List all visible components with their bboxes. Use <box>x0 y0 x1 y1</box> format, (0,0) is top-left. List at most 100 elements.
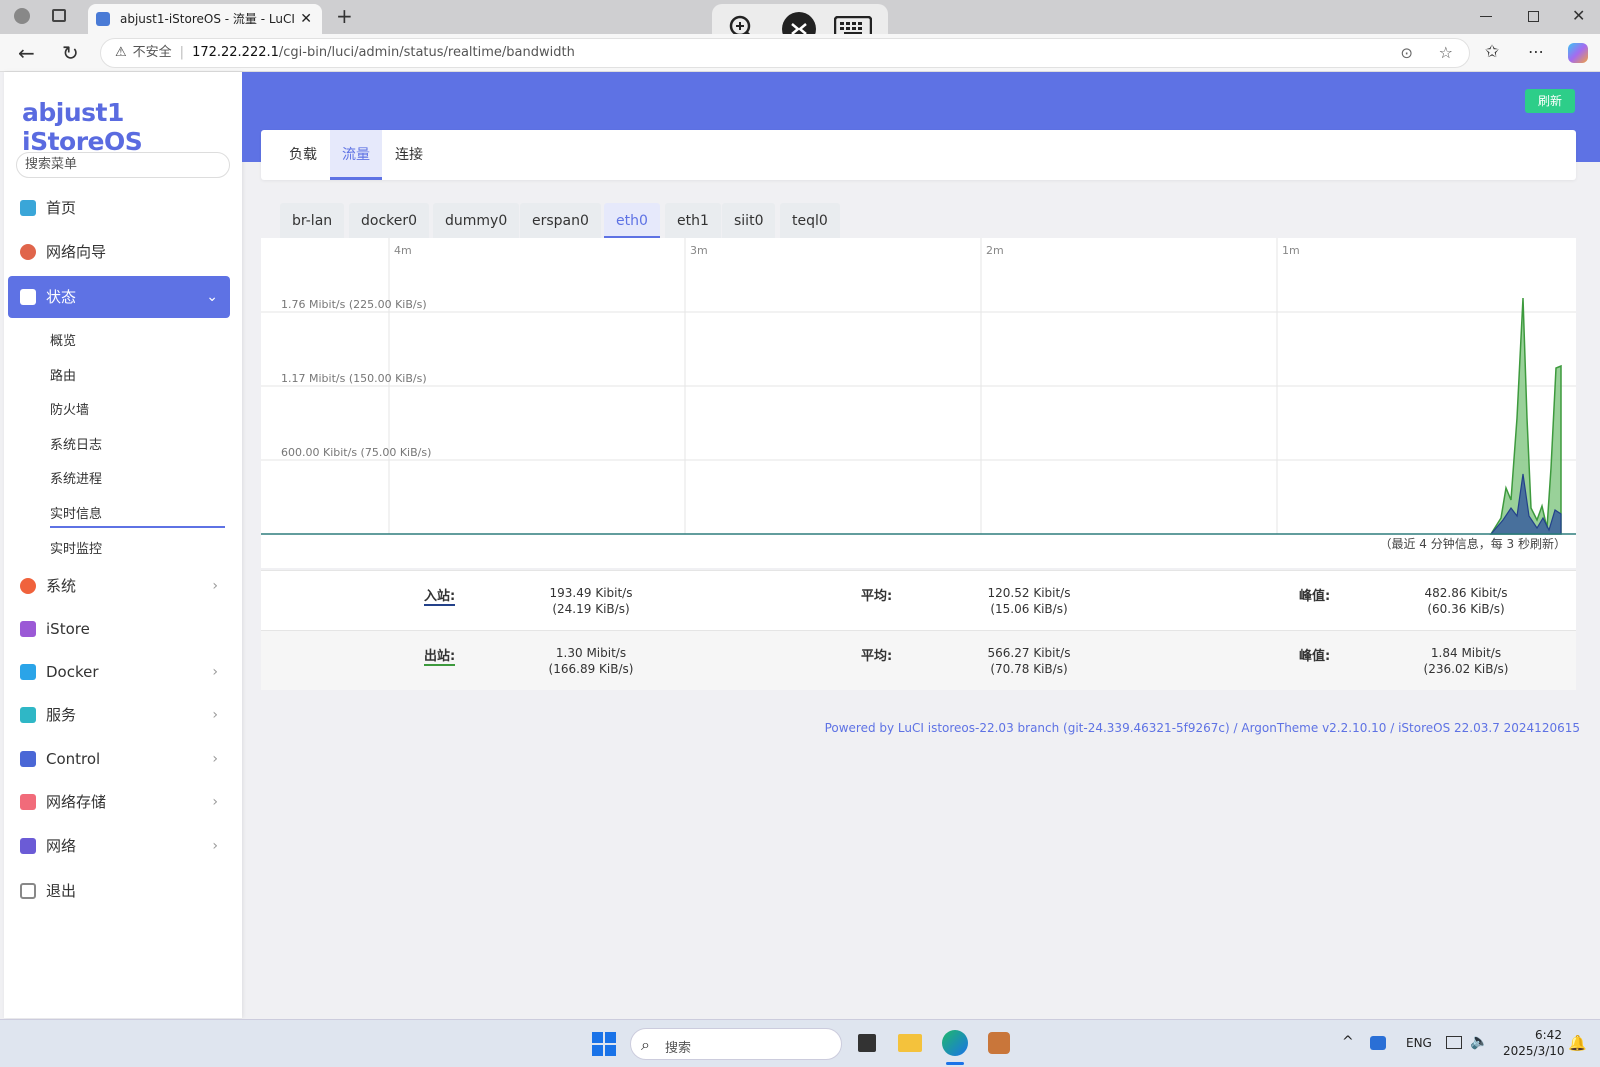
back-icon[interactable]: ← <box>18 43 35 63</box>
y-label-1: 1.76 Mibit/s (225.00 KiB/s) <box>281 298 427 311</box>
nav-status[interactable]: 状态 ⌄ <box>8 276 230 318</box>
luci-favicon-icon <box>96 12 110 26</box>
sub-realtime[interactable]: 实时信息 <box>50 503 102 522</box>
outbound-label: 出站: <box>424 645 456 666</box>
sub-route[interactable]: 路由 <box>50 365 76 384</box>
iface-tab-eth0[interactable]: eth0 <box>604 203 660 239</box>
tab-traffic[interactable]: 流量 <box>330 130 382 180</box>
windows-start-icon[interactable] <box>592 1032 616 1056</box>
clock-time[interactable]: 6:42 <box>1535 1028 1562 1042</box>
tab-actions-icon[interactable] <box>52 9 66 22</box>
service-icon <box>20 707 36 723</box>
minimize-icon[interactable] <box>1480 16 1492 17</box>
language-indicator[interactable]: ENG <box>1406 1036 1432 1050</box>
iface-tab-br-lan[interactable]: br-lan <box>280 203 345 239</box>
outbound-peak: 1.84 Mibit/s (236.02 KiB/s) <box>1386 645 1546 677</box>
istore-icon <box>20 621 36 637</box>
iface-tab-siit0[interactable]: siit0 <box>722 203 776 239</box>
browser-tab-title: abjust1-iStoreOS - 流量 - LuCI <box>120 12 295 26</box>
profile-icon[interactable] <box>14 8 30 24</box>
footer-powered-by[interactable]: Powered by LuCI istoreos-22.03 branch (g… <box>700 721 1580 735</box>
logo[interactable]: abjust1 iStoreOS <box>22 98 242 156</box>
time-label-3m: 3m <box>690 244 708 257</box>
taskbar-search-input[interactable]: ⌕ 搜索 <box>630 1028 842 1060</box>
refresh-button[interactable]: 刷新 <box>1525 89 1575 113</box>
url-input[interactable]: ⚠ 不安全 | 172.22.222.1/cgi-bin/luci/admin/sta… <box>100 38 1470 68</box>
sub-syslog[interactable]: 系统日志 <box>50 434 102 453</box>
url-path: /cgi-bin/luci/admin/status/realtime/band… <box>278 45 575 60</box>
nav-network[interactable]: 网络 › <box>8 825 230 867</box>
reload-icon[interactable]: ↻ <box>62 43 79 63</box>
nav-logout[interactable]: 退出 <box>8 870 230 912</box>
task-view-icon[interactable] <box>858 1034 876 1052</box>
close-tab-icon[interactable]: ✕ <box>300 4 312 34</box>
tray-chevron-icon[interactable]: ^ <box>1342 1034 1354 1050</box>
sub-firewall[interactable]: 防火墙 <box>50 399 89 418</box>
nav-home[interactable]: 首页 <box>8 187 230 229</box>
read-aloud-icon[interactable]: ⊙ <box>1400 39 1413 67</box>
iface-tab-eth1[interactable]: eth1 <box>665 203 721 239</box>
sub-monitor[interactable]: 实时监控 <box>50 538 102 557</box>
time-label-4m: 4m <box>394 244 412 257</box>
network-tray-icon[interactable] <box>1446 1036 1462 1049</box>
outbound-avg: 566.27 Kibit/s (70.78 KiB/s) <box>949 645 1109 677</box>
nav-system-label: 系统 <box>46 577 77 595</box>
storage-icon <box>20 794 36 810</box>
taskbar-search-label: 搜索 <box>665 1041 692 1056</box>
nav-istore[interactable]: iStore <box>8 608 230 650</box>
bandwidth-graph-svg: 4m 3m 2m 1m 1.76 Mibit/s (225.00 KiB/s) … <box>261 238 1576 551</box>
browser-tab[interactable]: abjust1-iStoreOS - 流量 - LuCI ✕ <box>88 4 322 34</box>
new-tab-button[interactable]: + <box>336 6 353 26</box>
nav-wizard[interactable]: 网络向导 <box>8 231 230 273</box>
nav-services[interactable]: 服务 › <box>8 694 230 736</box>
outbound-avg-bytes: (70.78 KiB/s) <box>990 662 1068 676</box>
more-menu-icon[interactable]: ⋯ <box>1528 44 1544 60</box>
volume-icon[interactable]: 🔈 <box>1470 1032 1489 1050</box>
close-window-icon[interactable]: ✕ <box>1572 8 1585 24</box>
y-label-2: 1.17 Mibit/s (150.00 KiB/s) <box>281 372 427 385</box>
browser-tabbar: abjust1-iStoreOS - 流量 - LuCI ✕ + ✕ <box>0 0 1600 50</box>
sub-processes[interactable]: 系统进程 <box>50 468 102 487</box>
iface-tab-teql0[interactable]: teql0 <box>780 203 840 239</box>
nav-control[interactable]: Control › <box>8 738 230 780</box>
iface-tab-dummy0[interactable]: dummy0 <box>433 203 520 239</box>
inbound-current-bytes: (24.19 KiB/s) <box>552 602 630 616</box>
file-explorer-icon[interactable] <box>898 1034 922 1052</box>
chevron-right-icon: › <box>212 794 218 810</box>
inbound-label: 入站: <box>424 585 456 606</box>
url-separator: | <box>179 45 185 60</box>
nav-storage-label: 网络存储 <box>46 793 107 811</box>
chevron-right-icon: › <box>212 838 218 854</box>
nav-istore-label: iStore <box>46 620 90 638</box>
time-label-2m: 2m <box>986 244 1004 257</box>
nav-storage[interactable]: 网络存储 › <box>8 781 230 823</box>
iface-tab-erspan0[interactable]: erspan0 <box>520 203 601 239</box>
menu-search-input[interactable]: 搜索菜单 <box>16 152 230 178</box>
tab-connections[interactable]: 连接 <box>383 130 435 180</box>
inbound-current-bits: 193.49 Kibit/s <box>549 586 633 600</box>
restore-icon[interactable] <box>1528 11 1539 22</box>
iface-tab-docker0[interactable]: docker0 <box>349 203 430 239</box>
favorites-icon[interactable]: ✩ <box>1485 44 1499 61</box>
edge-icon[interactable] <box>942 1030 968 1056</box>
inbound-avg-label: 平均: <box>861 589 893 604</box>
clock-date[interactable]: 2025/3/10 <box>1503 1044 1565 1058</box>
tray-app-icon[interactable] <box>1370 1036 1386 1050</box>
inbound-avg: 120.52 Kibit/s (15.06 KiB/s) <box>949 585 1109 617</box>
favorite-star-icon[interactable]: ☆ <box>1439 39 1453 67</box>
tab-load[interactable]: 负载 <box>277 130 329 180</box>
app-icon[interactable] <box>988 1032 1010 1054</box>
nav-status-label: 状态 <box>46 288 77 306</box>
nav-network-label: 网络 <box>46 837 77 855</box>
y-label-3: 600.00 Kibit/s (75.00 KiB/s) <box>281 446 431 459</box>
sub-overview[interactable]: 概览 <box>50 330 76 349</box>
nav-docker-label: Docker <box>46 663 99 681</box>
notification-bell-icon[interactable]: 🔔 <box>1568 1034 1587 1052</box>
copilot-icon[interactable] <box>1568 43 1588 63</box>
chevron-down-icon: ⌄ <box>206 289 218 305</box>
nav-system[interactable]: 系统 › <box>8 565 230 607</box>
logout-icon <box>20 883 36 899</box>
chevron-right-icon: › <box>212 664 218 680</box>
control-icon <box>20 751 36 767</box>
nav-docker[interactable]: Docker › <box>8 651 230 693</box>
